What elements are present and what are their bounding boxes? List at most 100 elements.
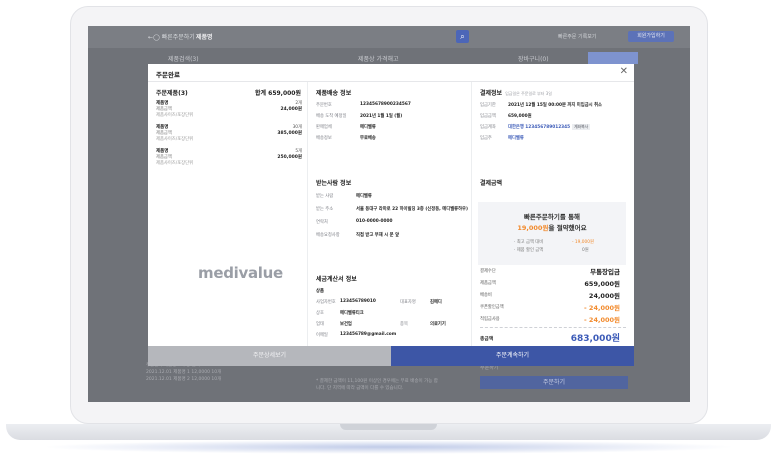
shipping-label: 판매업체 bbox=[316, 125, 332, 130]
receiver-label: 배송요청사항 bbox=[316, 233, 340, 238]
payment-label: 입금주 bbox=[480, 136, 492, 141]
laptop-base-glow bbox=[40, 440, 737, 454]
user-link[interactable]: 빠른주문 기록보기 bbox=[558, 33, 596, 40]
bg-note: * 결제한 금액이 11,100원 이상인 경우에는 무료 배송이 가능 합 니… bbox=[316, 378, 476, 392]
amount-value: 659,000원 bbox=[584, 280, 620, 288]
invoice-label2: 종목 bbox=[400, 322, 408, 327]
copy-account-button[interactable]: 계좌복사 bbox=[572, 124, 591, 130]
brand-logo: medivalue bbox=[198, 264, 283, 282]
receiver-value: 010-0000-0000 bbox=[356, 219, 393, 224]
amount-label: 적립금사용 bbox=[480, 317, 500, 322]
item-price: 250,000원 bbox=[277, 155, 302, 160]
shipping-title: 제품배송 정보 bbox=[316, 90, 352, 97]
total-label: 총금액 bbox=[480, 337, 494, 342]
payment-info-subtitle: 입금일은 주문일로 부터 3일 bbox=[505, 91, 552, 96]
promo-highlight: 19,000원 bbox=[517, 224, 549, 232]
payment-value: 2021년 12월 15일 00:00분 까지 미입금시 취소 bbox=[508, 103, 603, 108]
close-icon[interactable]: ✕ bbox=[620, 66, 628, 77]
invoice-label: 이메일 bbox=[316, 333, 328, 338]
item-option: 제품사이즈/포장단위 bbox=[156, 161, 194, 166]
shipping-value: 무료배송 bbox=[360, 136, 376, 141]
tab-last[interactable] bbox=[588, 52, 638, 64]
laptop-notch bbox=[340, 424, 437, 430]
tab-2[interactable]: 제품상 가격해고 bbox=[358, 54, 399, 63]
amount-label: 쿠폰할인금액 bbox=[480, 305, 504, 310]
item-price: 24,000원 bbox=[280, 107, 302, 112]
amount-value: 24,000원 bbox=[588, 292, 620, 300]
search-icon[interactable]: ⌕ bbox=[456, 30, 469, 43]
amount-value: - 24,000원 bbox=[583, 316, 620, 324]
shipping-label: 주문번호 bbox=[316, 103, 332, 108]
promo-row-value: - 19,000원 bbox=[572, 240, 594, 245]
shipping-value: 12345678900234567 bbox=[360, 102, 411, 107]
app-logo[interactable]: ←◯ 빠른주문하기 bbox=[148, 32, 195, 41]
order-items-column: 주문제품(3) 합계 659,000원 제품명 2개 제품금액 24,000원 … bbox=[148, 82, 308, 346]
amount-value: - 24,000원 bbox=[583, 304, 620, 312]
amount-label: 배송비 bbox=[480, 293, 492, 298]
payment-info-title-text: 결제정보 bbox=[480, 90, 503, 97]
payment-label: 입금계좌 bbox=[480, 125, 496, 130]
signup-button[interactable]: 회원가입하기 bbox=[628, 31, 674, 42]
promo-line2-rest: 을 절약했어요 bbox=[548, 224, 587, 232]
item-option: 제품사이즈/포장단위 bbox=[156, 137, 194, 142]
tab-4[interactable]: 장바구니(0) bbox=[518, 54, 549, 63]
receiver-label: 받는 사람 bbox=[316, 194, 334, 199]
invoice-value2: 의료기기 bbox=[430, 322, 446, 327]
item-option: 제품사이즈/포장단위 bbox=[156, 113, 194, 118]
payment-label: 입금금액 bbox=[480, 114, 496, 119]
bg-history-line: 2021.12.01 제품명 1 12,0000 10개 bbox=[146, 370, 222, 375]
shipping-value: 메디밸류 bbox=[360, 125, 376, 130]
continue-order-button[interactable]: 주문계속하기 bbox=[391, 346, 634, 366]
list-item: 제품명 5개 제품금액 250,000원 제품사이즈/포장단위 bbox=[156, 148, 302, 170]
promo-line2: 19,000원을 절약했어요 bbox=[478, 222, 626, 232]
receiver-value: 메디밸류 bbox=[356, 194, 372, 199]
stage: ←◯ 빠른주문하기 제품명 ⌕ 빠른주문 기록보기 회원가입하기 제품검색(3)… bbox=[0, 0, 777, 464]
invoice-label2: 대표자명 bbox=[400, 300, 416, 305]
laptop-screen: ←◯ 빠른주문하기 제품명 ⌕ 빠른주문 기록보기 회원가입하기 제품검색(3)… bbox=[88, 26, 690, 402]
bank-account: 대한은행 123456789012345 계좌복사 bbox=[508, 124, 591, 130]
receiver-label: 연락처 bbox=[316, 220, 328, 225]
app-header: ←◯ 빠른주문하기 제품명 ⌕ 빠른주문 기록보기 회원가입하기 bbox=[88, 26, 690, 48]
total-value: 683,000원 bbox=[570, 334, 620, 344]
receiver-value: 직접 받고 부재 시 문 앞 bbox=[356, 233, 400, 238]
payment-info-title: 결제정보 입금일은 주문일로 부터 3일 bbox=[480, 88, 552, 97]
invoice-type: 상품 bbox=[316, 289, 324, 294]
promo-row-label: · 제품 할인 금액 bbox=[514, 248, 544, 253]
bg-history-line: 2021.12.01 제품명 2 12,0000 10개 bbox=[146, 377, 222, 382]
order-items-total: 합계 659,000원 bbox=[255, 90, 301, 97]
invoice-label: 업태 bbox=[316, 322, 324, 327]
invoice-value2: 김메디 bbox=[430, 300, 442, 305]
invoice-value: 메디밸류티크 bbox=[340, 311, 364, 316]
payment-amount-title: 결제금액 bbox=[480, 180, 503, 187]
app-logo-sub: 제품명 bbox=[196, 34, 213, 41]
list-item: 제품명 2개 제품금액 24,000원 제품사이즈/포장단위 bbox=[156, 100, 302, 122]
payment-value: 메디밸류 bbox=[508, 136, 524, 141]
promo-line1: 빠른주문하기를 통해 bbox=[523, 213, 581, 221]
invoice-value: 보건업 bbox=[340, 322, 352, 327]
shipping-label: 배송 도착 예정일 bbox=[316, 114, 347, 119]
list-item: 제품명 30개 제품금액 385,000원 제품사이즈/포장단위 bbox=[156, 124, 302, 146]
invoice-label: 상호 bbox=[316, 311, 324, 316]
promo-row-value: 0원 bbox=[582, 248, 589, 253]
receiver-title: 받는사람 정보 bbox=[316, 180, 352, 187]
receiver-label: 받는 주소 bbox=[316, 207, 334, 212]
order-complete-modal: 주문완료 ✕ 주문제품(3) 합계 659,000원 제품명 2개 제품금액 2… bbox=[148, 64, 634, 366]
bg-note-line: * 결제한 금액이 11,100원 이상인 경우에는 무료 배송이 가능 합 bbox=[316, 379, 438, 384]
amount-label: 제품금액 bbox=[480, 281, 496, 286]
promo-row-label: · 최고 금액 대비 bbox=[514, 240, 544, 245]
amount-label: 결제수단 bbox=[480, 269, 496, 274]
payment-value: 659,000원 bbox=[508, 114, 532, 119]
invoice-value: 123456789@gmail.com bbox=[340, 332, 397, 337]
invoice-value: 123456789010 bbox=[340, 299, 376, 304]
app-tabs: 제품검색(3) 제품상 가격해고 장바구니(0) bbox=[148, 52, 638, 64]
order-detail-button[interactable]: 주문상세보기 bbox=[148, 346, 391, 366]
delivery-column: 제품배송 정보 주문번호 12345678900234567 배송 도착 예정일… bbox=[308, 82, 472, 346]
invoice-title: 세금계산서 정보 bbox=[316, 276, 357, 283]
savings-promo: 빠른주문하기를 통해 19,000원을 절약했어요 · 최고 금액 대비 - 1… bbox=[478, 202, 626, 265]
shipping-label: 배송정보 bbox=[316, 136, 332, 141]
tab-0[interactable]: 제품검색(3) bbox=[168, 54, 199, 63]
modal-header: 주문완료 ✕ bbox=[148, 64, 634, 82]
order-items-title: 주문제품(3) bbox=[156, 90, 188, 97]
modal-title: 주문완료 bbox=[156, 71, 180, 79]
bg-order-button[interactable]: 주문하기 bbox=[480, 376, 628, 389]
